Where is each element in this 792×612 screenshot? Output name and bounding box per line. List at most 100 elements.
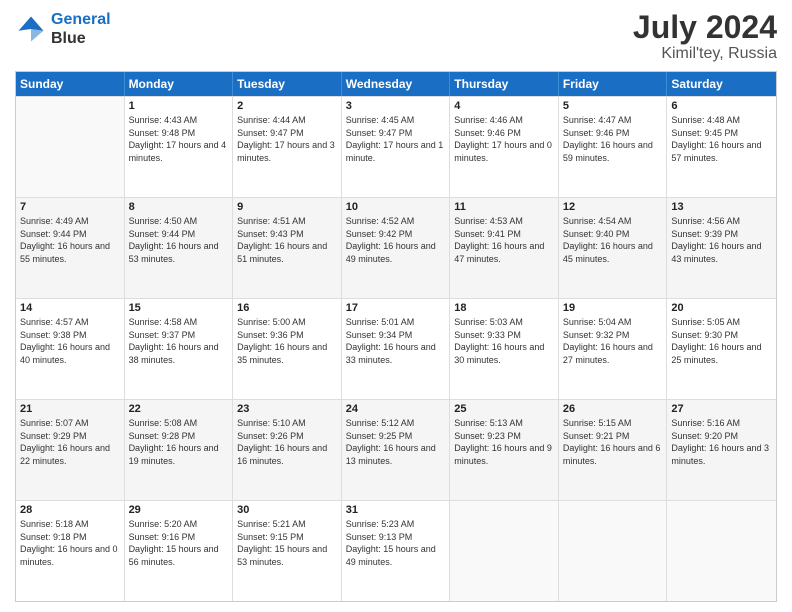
day-number: 26 — [563, 403, 663, 415]
page: General Blue July 2024 Kimil'tey, Russia… — [0, 0, 792, 612]
cal-cell-6: 6 Sunrise: 4:48 AM Sunset: 9:45 PM Daylig… — [667, 97, 776, 197]
header-day-wednesday: Wednesday — [342, 72, 451, 96]
day-info: Sunrise: 5:03 AM Sunset: 9:33 PM Dayligh… — [454, 316, 554, 366]
day-number: 13 — [671, 201, 772, 213]
cal-cell-11: 11 Sunrise: 4:53 AM Sunset: 9:41 PM Dayli… — [450, 198, 559, 298]
title-block: July 2024 Kimil'tey, Russia — [633, 10, 777, 63]
month-year: July 2024 — [633, 10, 777, 45]
day-info: Sunrise: 5:15 AM Sunset: 9:21 PM Dayligh… — [563, 417, 663, 467]
day-number: 14 — [20, 302, 120, 314]
cal-cell-29: 29 Sunrise: 5:20 AM Sunset: 9:16 PM Dayli… — [125, 501, 234, 601]
cal-cell-15: 15Sunrise: 4:58 AM Sunset: 9:37 PM Dayli… — [125, 299, 234, 399]
day-number: 31 — [346, 504, 446, 516]
day-number: 7 — [20, 201, 120, 213]
calendar-header: SundayMondayTuesdayWednesdayThursdayFrid… — [16, 72, 776, 96]
day-info: Sunrise: 4:46 AM Sunset: 9:46 PM Dayligh… — [454, 114, 554, 164]
day-info: Sunrise: 4:57 AM Sunset: 9:38 PM Dayligh… — [20, 316, 120, 366]
cal-cell-24: 24Sunrise: 5:12 AM Sunset: 9:25 PM Dayli… — [342, 400, 451, 500]
day-number: 23 — [237, 403, 337, 415]
logo-icon — [15, 13, 47, 45]
cal-week-4: 21Sunrise: 5:07 AM Sunset: 9:29 PM Dayli… — [16, 399, 776, 500]
day-info: Sunrise: 5:20 AM Sunset: 9:16 PM Dayligh… — [129, 518, 229, 568]
day-number: 3 — [346, 100, 446, 112]
day-info: Sunrise: 5:16 AM Sunset: 9:20 PM Dayligh… — [671, 417, 772, 467]
cal-cell-13: 13 Sunrise: 4:56 AM Sunset: 9:39 PM Dayli… — [667, 198, 776, 298]
day-info: Sunrise: 4:54 AM Sunset: 9:40 PM Dayligh… — [563, 215, 663, 265]
cal-cell-19: 19 Sunrise: 5:04 AM Sunset: 9:32 PM Dayli… — [559, 299, 668, 399]
day-info: Sunrise: 4:43 AM Sunset: 9:48 PM Dayligh… — [129, 114, 229, 164]
day-info: Sunrise: 5:10 AM Sunset: 9:26 PM Dayligh… — [237, 417, 337, 467]
day-number: 28 — [20, 504, 120, 516]
cal-cell-8: 8Sunrise: 4:50 AM Sunset: 9:44 PM Daylig… — [125, 198, 234, 298]
day-info: Sunrise: 4:53 AM Sunset: 9:41 PM Dayligh… — [454, 215, 554, 265]
logo-line1: General — [51, 11, 111, 28]
header: General Blue July 2024 Kimil'tey, Russia — [15, 10, 777, 63]
cal-cell-2: 2 Sunrise: 4:44 AM Sunset: 9:47 PM Daylig… — [233, 97, 342, 197]
cal-cell-23: 23 Sunrise: 5:10 AM Sunset: 9:26 PM Dayli… — [233, 400, 342, 500]
cal-cell-20: 20Sunrise: 5:05 AM Sunset: 9:30 PM Dayli… — [667, 299, 776, 399]
day-info: Sunrise: 5:18 AM Sunset: 9:18 PM Dayligh… — [20, 518, 120, 568]
day-info: Sunrise: 4:48 AM Sunset: 9:45 PM Dayligh… — [671, 114, 772, 164]
cal-cell-empty-5 — [559, 501, 668, 601]
header-day-friday: Friday — [559, 72, 668, 96]
day-number: 27 — [671, 403, 772, 415]
cal-cell-28: 28 Sunrise: 5:18 AM Sunset: 9:18 PM Dayli… — [16, 501, 125, 601]
cal-cell-18: 18Sunrise: 5:03 AM Sunset: 9:33 PM Dayli… — [450, 299, 559, 399]
day-info: Sunrise: 5:21 AM Sunset: 9:15 PM Dayligh… — [237, 518, 337, 568]
cal-cell-26: 26 Sunrise: 5:15 AM Sunset: 9:21 PM Dayli… — [559, 400, 668, 500]
cal-cell-4: 4Sunrise: 4:46 AM Sunset: 9:46 PM Daylig… — [450, 97, 559, 197]
cal-cell-9: 9Sunrise: 4:51 AM Sunset: 9:43 PM Daylig… — [233, 198, 342, 298]
day-info: Sunrise: 4:45 AM Sunset: 9:47 PM Dayligh… — [346, 114, 446, 164]
day-info: Sunrise: 4:52 AM Sunset: 9:42 PM Dayligh… — [346, 215, 446, 265]
day-number: 21 — [20, 403, 120, 415]
day-number: 8 — [129, 201, 229, 213]
day-number: 29 — [129, 504, 229, 516]
cal-cell-7: 7 Sunrise: 4:49 AM Sunset: 9:44 PM Daylig… — [16, 198, 125, 298]
cal-cell-17: 17 Sunrise: 5:01 AM Sunset: 9:34 PM Dayli… — [342, 299, 451, 399]
cal-cell-1: 1Sunrise: 4:43 AM Sunset: 9:48 PM Daylig… — [125, 97, 234, 197]
cal-cell-empty-6 — [667, 501, 776, 601]
day-info: Sunrise: 5:01 AM Sunset: 9:34 PM Dayligh… — [346, 316, 446, 366]
header-day-monday: Monday — [125, 72, 234, 96]
day-number: 17 — [346, 302, 446, 314]
cal-week-1: 1Sunrise: 4:43 AM Sunset: 9:48 PM Daylig… — [16, 96, 776, 197]
header-day-tuesday: Tuesday — [233, 72, 342, 96]
header-day-thursday: Thursday — [450, 72, 559, 96]
day-number: 22 — [129, 403, 229, 415]
cal-cell-5: 5Sunrise: 4:47 AM Sunset: 9:46 PM Daylig… — [559, 97, 668, 197]
cal-cell-27: 27 Sunrise: 5:16 AM Sunset: 9:20 PM Dayli… — [667, 400, 776, 500]
day-number: 25 — [454, 403, 554, 415]
day-info: Sunrise: 4:56 AM Sunset: 9:39 PM Dayligh… — [671, 215, 772, 265]
location: Kimil'tey, Russia — [633, 45, 777, 63]
day-number: 10 — [346, 201, 446, 213]
day-number: 24 — [346, 403, 446, 415]
cal-cell-16: 16 Sunrise: 5:00 AM Sunset: 9:36 PM Dayli… — [233, 299, 342, 399]
day-number: 19 — [563, 302, 663, 314]
day-number: 2 — [237, 100, 337, 112]
day-info: Sunrise: 5:23 AM Sunset: 9:13 PM Dayligh… — [346, 518, 446, 568]
cal-week-2: 7 Sunrise: 4:49 AM Sunset: 9:44 PM Daylig… — [16, 197, 776, 298]
cal-cell-10: 10 Sunrise: 4:52 AM Sunset: 9:42 PM Dayli… — [342, 198, 451, 298]
day-number: 9 — [237, 201, 337, 213]
day-number: 16 — [237, 302, 337, 314]
day-number: 30 — [237, 504, 337, 516]
cal-cell-22: 22Sunrise: 5:08 AM Sunset: 9:28 PM Dayli… — [125, 400, 234, 500]
cal-cell-21: 21Sunrise: 5:07 AM Sunset: 9:29 PM Dayli… — [16, 400, 125, 500]
calendar-body: 1Sunrise: 4:43 AM Sunset: 9:48 PM Daylig… — [16, 96, 776, 601]
day-number: 6 — [671, 100, 772, 112]
day-info: Sunrise: 5:04 AM Sunset: 9:32 PM Dayligh… — [563, 316, 663, 366]
header-day-sunday: Sunday — [16, 72, 125, 96]
cal-cell-31: 31 Sunrise: 5:23 AM Sunset: 9:13 PM Dayli… — [342, 501, 451, 601]
header-day-saturday: Saturday — [667, 72, 776, 96]
day-info: Sunrise: 4:49 AM Sunset: 9:44 PM Dayligh… — [20, 215, 120, 265]
day-info: Sunrise: 4:47 AM Sunset: 9:46 PM Dayligh… — [563, 114, 663, 164]
day-number: 12 — [563, 201, 663, 213]
cal-cell-25: 25Sunrise: 5:13 AM Sunset: 9:23 PM Dayli… — [450, 400, 559, 500]
day-info: Sunrise: 5:00 AM Sunset: 9:36 PM Dayligh… — [237, 316, 337, 366]
logo-text: General Blue — [51, 10, 111, 48]
cal-week-5: 28 Sunrise: 5:18 AM Sunset: 9:18 PM Dayli… — [16, 500, 776, 601]
day-info: Sunrise: 4:44 AM Sunset: 9:47 PM Dayligh… — [237, 114, 337, 164]
day-number: 20 — [671, 302, 772, 314]
day-number: 11 — [454, 201, 554, 213]
cal-cell-30: 30 Sunrise: 5:21 AM Sunset: 9:15 PM Dayli… — [233, 501, 342, 601]
